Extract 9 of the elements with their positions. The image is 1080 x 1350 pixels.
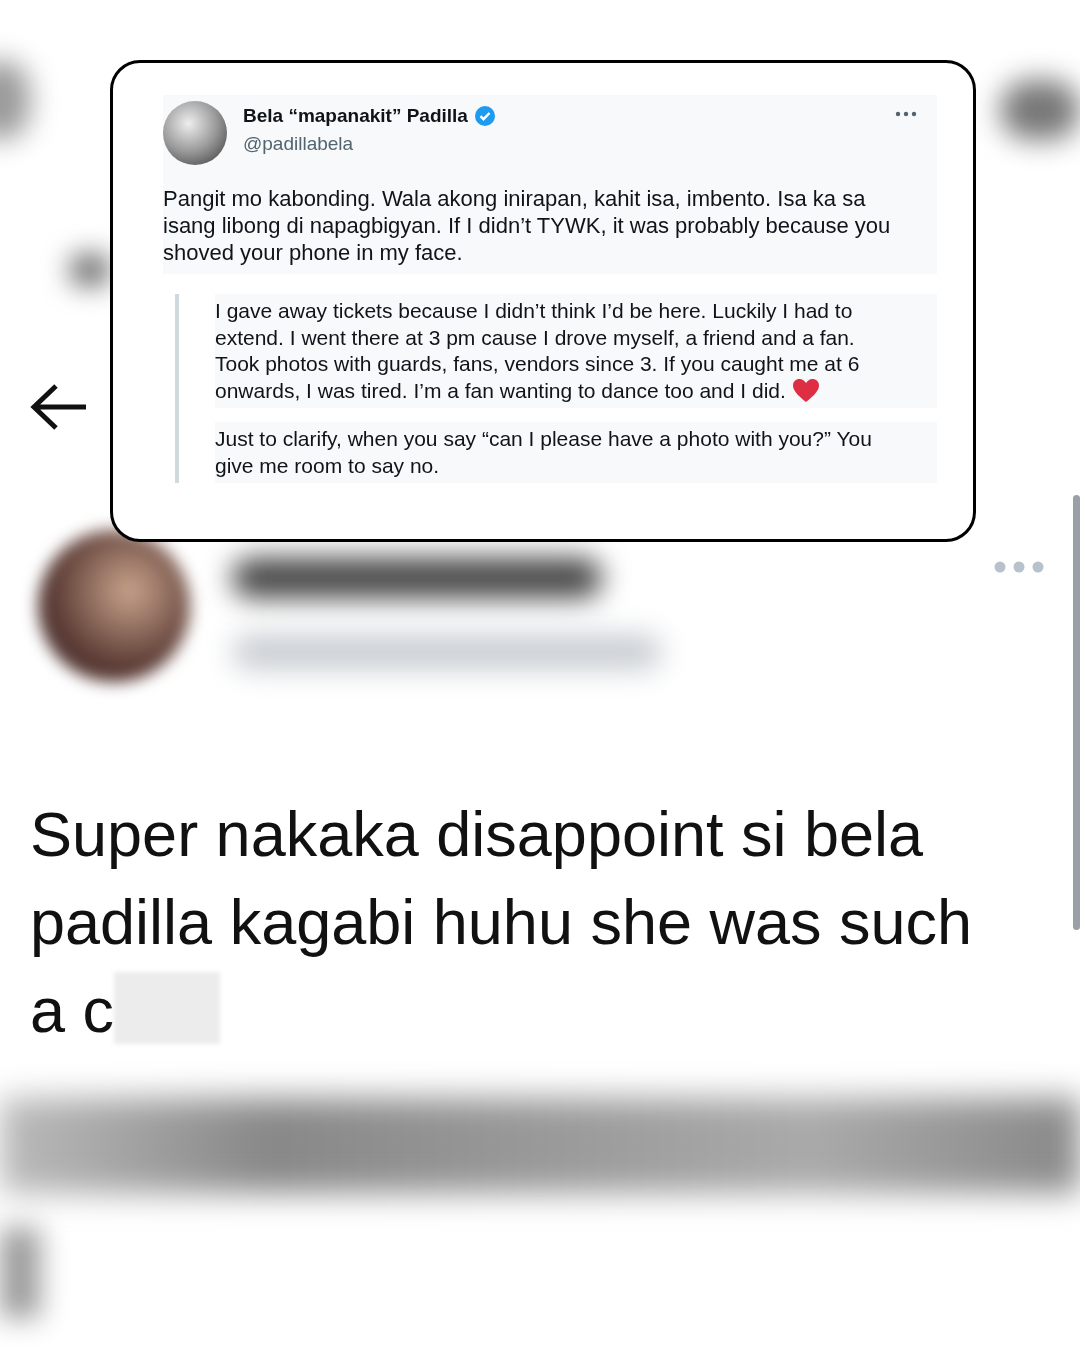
reply-text: I gave away tickets because I didn’t think I’d be here. Luckily I had to extend. I went there at 3 pm cause I drove myself, a friend and a fan. Took photos with guards, fans, vendors since 3. If you caught me at 6 onwards, I was tired. I’m a fan wanting to dance too and I did. (215, 299, 860, 402)
scrollbar[interactable] (1073, 495, 1080, 930)
author-name: Bela “mapanakit” Padilla (243, 105, 468, 127)
tweet-text: Pangit mo kabonding. Wala akong inirapan, kahit isa, imbento. Isa ka sa isang libong di napagbigyan. If I didn’t TYWK, it was probably because you shoved your phone in my face. (163, 185, 892, 266)
tweet-text: Super nakaka disappoint si bela padilla kagabi huhu she was such a c (30, 799, 973, 1045)
more-icon[interactable] (895, 111, 917, 117)
author-handle: @padillabela (243, 133, 355, 155)
reply-text: Just to clarify, when you say “can I please have a photo with you?” You give me room to say no. (215, 427, 872, 477)
blurred-text (70, 255, 110, 285)
